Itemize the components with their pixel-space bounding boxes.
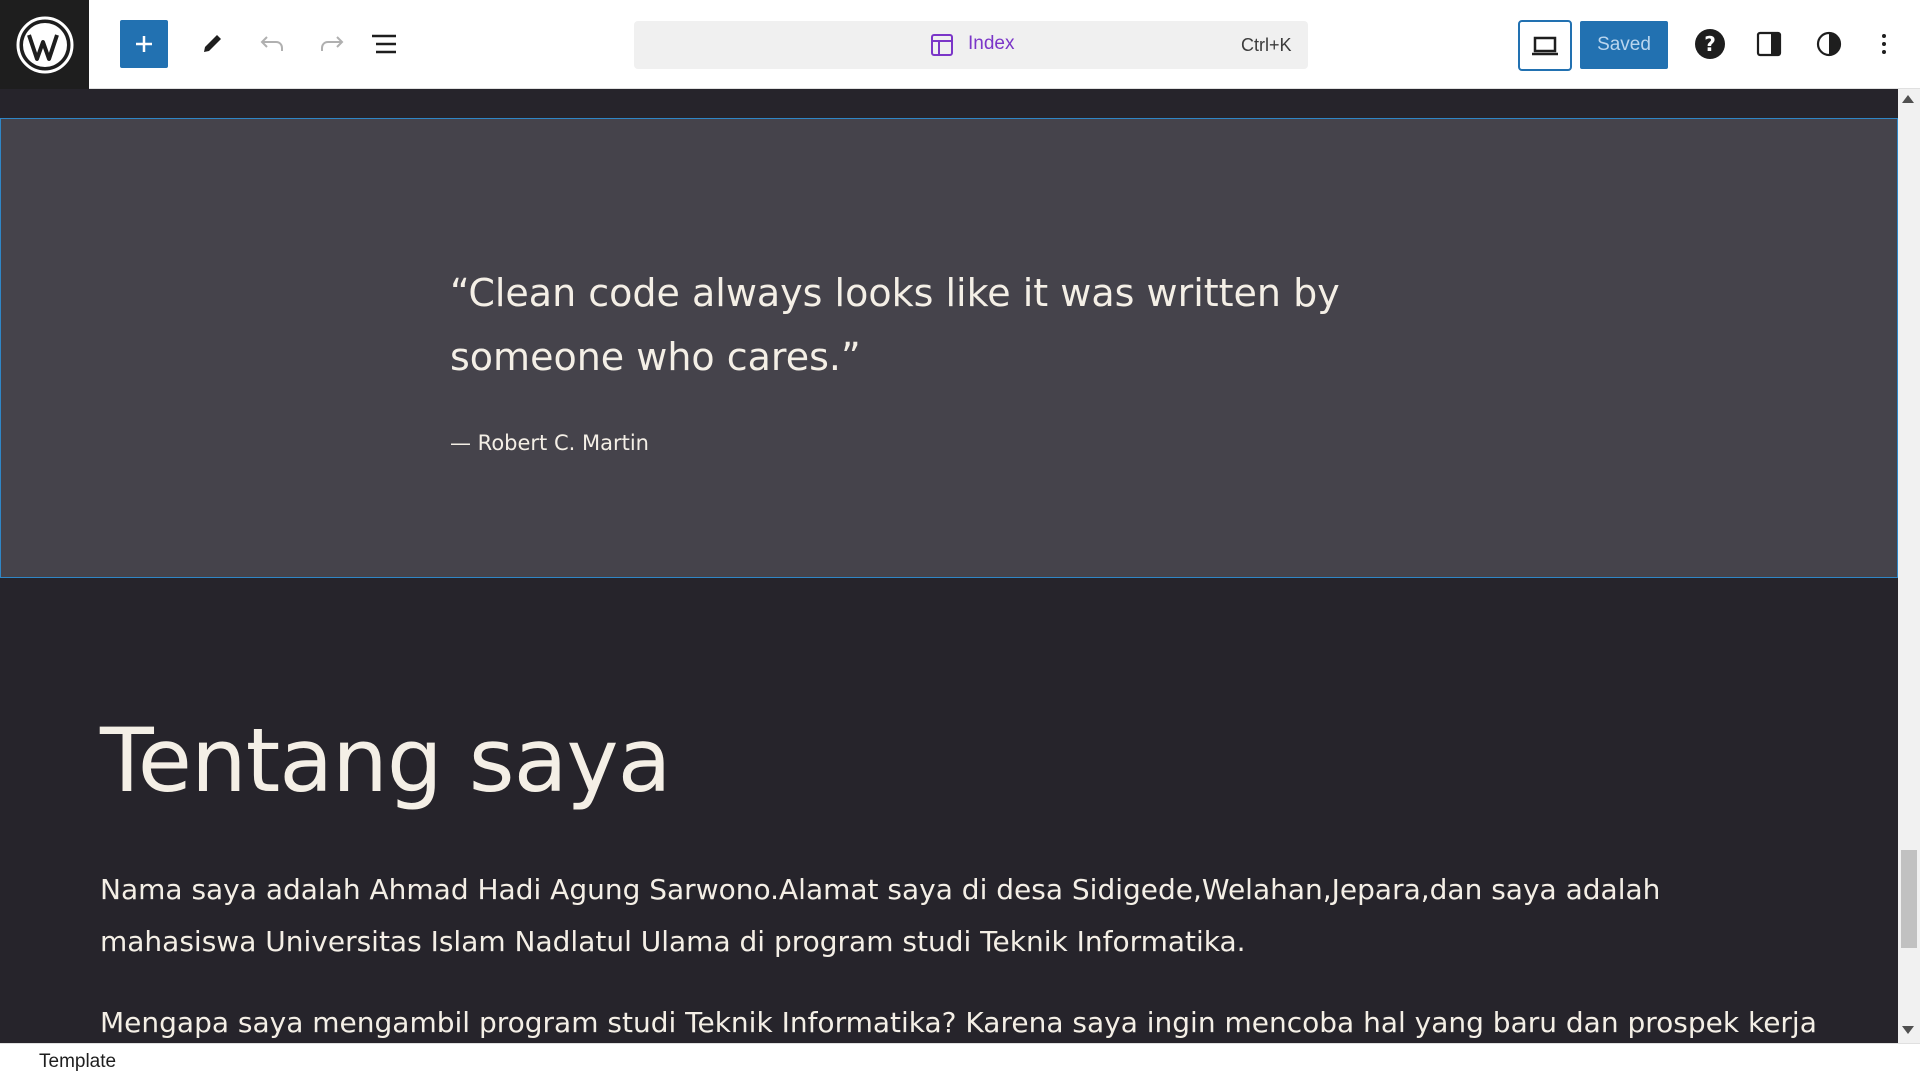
pencil-icon <box>204 35 221 52</box>
list-view-icon <box>372 34 396 54</box>
layout-icon <box>931 34 953 56</box>
scrollbar-thumb[interactable] <box>1901 850 1917 948</box>
block-breadcrumb-bar <box>0 1043 1920 1080</box>
editor-canvas[interactable]: “Clean code always looks like it was wri… <box>0 89 1898 1043</box>
about-heading[interactable]: Tentang saya <box>100 709 672 812</box>
quote-block[interactable]: “Clean code always looks like it was wri… <box>0 118 1898 578</box>
about-paragraph[interactable]: Mengapa saya mengambil program studi Tek… <box>100 997 1860 1043</box>
plus-icon <box>136 36 152 52</box>
svg-text:?: ? <box>1704 32 1716 56</box>
help-button[interactable]: ? <box>1686 20 1734 68</box>
editor-toolbar: Index Ctrl+K Saved ? <box>0 0 1920 89</box>
undo-icon <box>260 36 283 51</box>
device-preview-button[interactable] <box>1518 20 1572 71</box>
redo-button[interactable] <box>308 20 356 68</box>
help-icon: ? <box>1695 29 1725 59</box>
quote-citation[interactable]: — Robert C. Martin <box>450 431 649 455</box>
wordpress-logo-icon[interactable] <box>0 0 89 89</box>
styles-button[interactable] <box>1805 20 1853 68</box>
undo-button[interactable] <box>248 20 296 68</box>
sidebar-icon <box>1756 31 1782 57</box>
keyboard-shortcut: Ctrl+K <box>1241 35 1292 55</box>
breadcrumb-item[interactable]: Template <box>39 1051 116 1073</box>
settings-sidebar-button[interactable] <box>1745 20 1793 68</box>
edit-tools-button[interactable] <box>188 20 236 68</box>
about-paragraph[interactable]: Nama saya adalah Ahmad Hadi Agung Sarwon… <box>100 864 1800 968</box>
add-block-button[interactable] <box>120 20 168 68</box>
options-button[interactable] <box>1860 20 1908 68</box>
list-view-button[interactable] <box>360 20 408 68</box>
template-title[interactable]: Index <box>968 33 1014 55</box>
scroll-down-icon[interactable] <box>1902 1026 1914 1034</box>
scroll-up-icon[interactable] <box>1902 95 1914 103</box>
redo-icon <box>321 36 344 51</box>
contrast-icon <box>1816 31 1842 57</box>
save-button[interactable]: Saved <box>1580 21 1668 69</box>
quote-text[interactable]: “Clean code always looks like it was wri… <box>450 261 1450 389</box>
desktop-icon <box>1532 36 1558 55</box>
more-vertical-icon <box>1882 34 1886 54</box>
